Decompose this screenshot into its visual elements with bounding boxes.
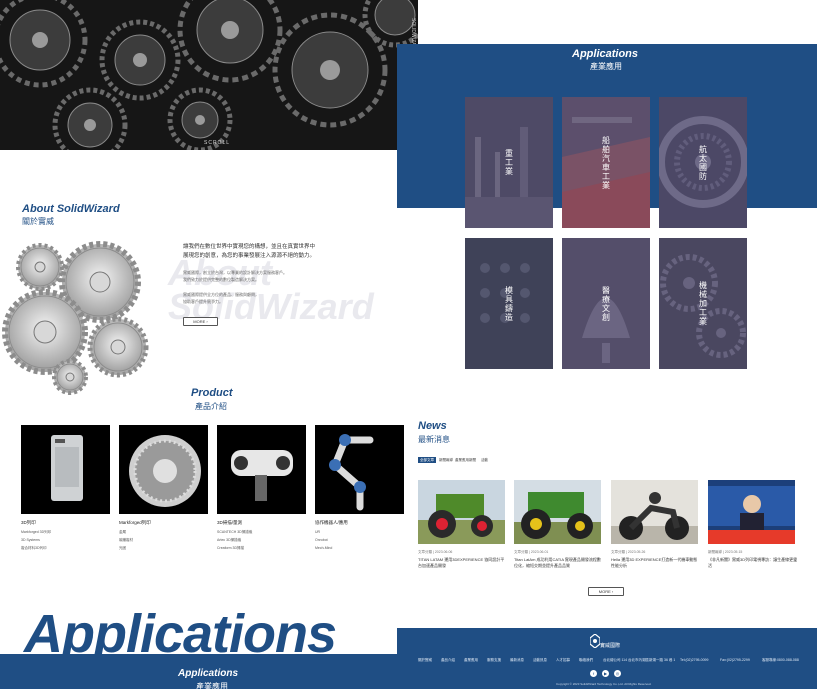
- bottom-applications-subtitle: 產業應用: [196, 682, 228, 689]
- product-title: Product: [191, 387, 233, 399]
- application-tile-heavy-industry[interactable]: 重工業: [465, 97, 553, 228]
- facebook-icon[interactable]: f: [590, 670, 597, 677]
- application-tile-label: 航太國防: [698, 144, 708, 181]
- news-headline[interactable]: TITAN LATAM 運用3DEXPERIENCE 協同設計平台加速產品開發: [418, 557, 508, 569]
- footer-brand: 實威國際: [600, 643, 621, 649]
- hero-banner: SCROLL SOLIDWIZARD: [0, 0, 418, 150]
- page: SCROLL SOLIDWIZARD About SolidWizard 關於實…: [0, 0, 817, 689]
- scroll-indicator[interactable]: SCROLL: [204, 140, 230, 146]
- application-tile-mold-casting[interactable]: 模具鑄造: [465, 238, 553, 369]
- product-card-cobot[interactable]: [315, 425, 404, 514]
- about-paragraph-2: 實威國際提供全方位的產品、服務與顧問， 協助客戶提升競爭力。: [183, 292, 259, 304]
- footer-nav-product[interactable]: 產品介紹: [441, 658, 455, 663]
- product-name[interactable]: Markforged列印: [119, 520, 151, 526]
- footer-nav-contact[interactable]: 聯絡我們: [579, 658, 593, 663]
- footer-nav-support[interactable]: 服務支援: [487, 658, 501, 663]
- product-sub-item[interactable]: UR: [315, 530, 320, 534]
- product-name[interactable]: 3D列印: [21, 520, 36, 526]
- youtube-icon[interactable]: ▶: [602, 670, 609, 677]
- news-meta: 新聞報導 | 2023.05.15: [708, 550, 743, 554]
- product-name[interactable]: 3D掃描/量測: [217, 520, 242, 526]
- company-logo-icon[interactable]: [590, 634, 600, 648]
- about-title: About SolidWizard: [22, 203, 120, 215]
- product-card-3d-printer[interactable]: [21, 425, 110, 514]
- application-tile-label: 醫療文創: [601, 285, 611, 322]
- product-sub-item[interactable]: 複合材料3D列印: [21, 546, 46, 551]
- footer-phone: Tel:(02)2795-0099: [680, 658, 709, 662]
- product-card-3d-scanner[interactable]: [217, 425, 306, 514]
- news-more-button[interactable]: MORE ›: [588, 587, 624, 596]
- news-image-tractor-2[interactable]: [514, 480, 601, 544]
- about-subtitle: 關於實威: [22, 217, 54, 226]
- news-image-tv-interview[interactable]: [708, 480, 795, 544]
- product-sub-item[interactable]: Artec 3D掃描儀: [217, 538, 241, 543]
- application-tile-aerospace[interactable]: 航太國防: [659, 97, 747, 228]
- footer-address: 台北總公司 114 台北市內湖區新湖一路 36 巷 19 號 6 樓: [603, 658, 675, 662]
- footer-service-line: 客服專線:0800-088-088: [762, 658, 799, 662]
- footer-nav-careers[interactable]: 人才招募: [556, 658, 570, 663]
- product-sub-item[interactable]: 3D Systems: [21, 538, 40, 542]
- news-headline[interactable]: Titan LatAm 成功利用CATIA 實現產品開發流程數位化，縮短交期並提…: [514, 557, 604, 569]
- application-tile-ship-auto[interactable]: 船舶汽車工業: [562, 97, 650, 228]
- product-sub-item[interactable]: SCANTECH 3D掃描儀: [217, 530, 252, 535]
- news-tab-all[interactable]: 全部文章: [418, 457, 436, 463]
- application-tile-label: 機械加工業: [698, 281, 708, 326]
- footer-nav-news[interactable]: 最新消息: [510, 658, 524, 663]
- about-heading: 讓我們在數位世界中實現您的構想，並且在真實世界中 展現您的創意，為您的事業發展注…: [183, 244, 316, 259]
- news-meta: 文章分類 | 2023.06.06: [418, 550, 453, 554]
- about-watermark: About SolidWizard: [168, 252, 374, 327]
- product-subtitle: 產品介紹: [195, 402, 227, 411]
- footer-nav-about[interactable]: 關於實威: [418, 658, 432, 663]
- about-paragraph-1: 實威國際，創立於台灣，以專業的設計解決方案服務客戶。 我們致力於提供完整的數位製…: [183, 270, 287, 282]
- copyright: Copyright © 2023 SolidWizard Technology …: [556, 682, 652, 686]
- news-headline[interactable]: 《非凡新聞》實威3D列印電視專訪：讓生產線更靈活: [708, 557, 798, 569]
- product-sub-item[interactable]: Markforged 3D列印: [21, 530, 51, 535]
- applications-title: Applications: [572, 48, 639, 60]
- news-subtitle: 最新消息: [418, 435, 450, 444]
- news-image-tractor[interactable]: [418, 480, 505, 544]
- application-tile-label: 重工業: [504, 149, 514, 176]
- product-sub-item[interactable]: 碳纖複材: [119, 538, 133, 543]
- product-card-markforged[interactable]: [119, 425, 208, 514]
- product-name[interactable]: 協作機器人/應用: [315, 520, 348, 526]
- news-headline[interactable]: Hella 運用3D EXPERIENCE打造新一代機車動態性能分析: [611, 557, 701, 569]
- about-more-button[interactable]: MORE ›: [183, 317, 218, 326]
- application-tile-medical[interactable]: 醫療文創: [562, 238, 650, 369]
- news-image-motorcycle[interactable]: [611, 480, 698, 544]
- footer-nav-events[interactable]: 活動訊息: [533, 658, 547, 663]
- application-tile-label: 船舶汽車工業: [601, 135, 611, 190]
- news-meta: 文章分類 | 2023.06.01: [514, 550, 549, 554]
- product-sub-item[interactable]: Mech-Mind: [315, 546, 332, 550]
- news-tab-industry[interactable]: 產業應用新聞: [453, 457, 478, 463]
- gears-photo: [0, 0, 418, 150]
- application-tile-machining[interactable]: 機械加工業: [659, 238, 747, 369]
- news-title: News: [418, 420, 447, 432]
- instagram-icon[interactable]: ◎: [614, 670, 621, 677]
- applications-subtitle: 產業應用: [590, 62, 622, 71]
- news-tab-events[interactable]: 活動: [479, 457, 490, 463]
- footer-nav-applications[interactable]: 產業應用: [464, 658, 478, 663]
- product-sub-item[interactable]: Creaform 3D掃描: [217, 546, 244, 551]
- about-gears-image: [2, 241, 149, 395]
- product-sub-item[interactable]: Onrobot: [315, 538, 328, 542]
- product-sub-item[interactable]: 金屬: [119, 530, 126, 535]
- news-meta: 文章分類 | 2023.05.26: [611, 550, 646, 554]
- product-sub-item[interactable]: 光固: [119, 546, 126, 551]
- application-tile-label: 模具鑄造: [504, 285, 514, 322]
- footer-fax: Fax:(02)2795-2299: [720, 658, 750, 662]
- bottom-applications-title: Applications: [178, 668, 239, 679]
